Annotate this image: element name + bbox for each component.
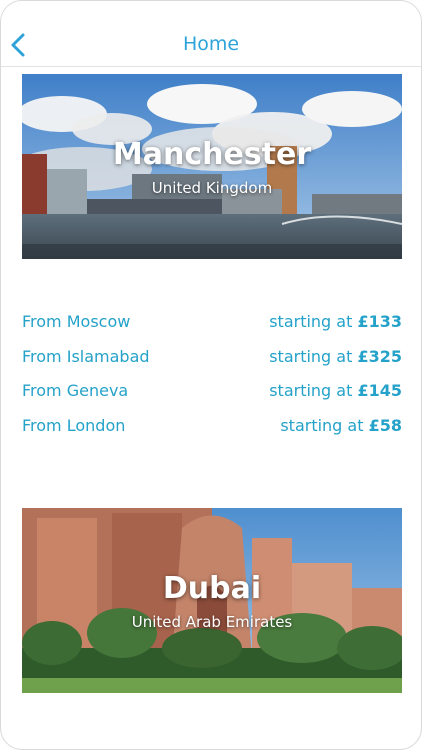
destination-country: United Kingdom — [151, 179, 273, 197]
route-list: From Moscow starting at £133 From Islama… — [22, 306, 402, 444]
route-item[interactable]: From Moscow starting at £133 — [22, 306, 402, 341]
route-origin: From Moscow — [22, 312, 131, 331]
route-price: starting at £58 — [280, 415, 402, 435]
destination-card-manchester[interactable]: Manchester United Kingdom — [22, 74, 402, 259]
navigation-bar: Home — [1, 1, 421, 67]
destination-card-dubai[interactable]: Dubai United Arab Emirates — [22, 508, 402, 693]
route-item[interactable]: From London starting at £58 — [22, 410, 402, 445]
route-price: starting at £145 — [269, 381, 402, 400]
route-origin: From London — [22, 415, 126, 435]
destination-country: United Arab Emirates — [131, 613, 293, 631]
destination-city: Dubai — [162, 571, 262, 606]
route-price: starting at £133 — [269, 312, 402, 331]
destination-city: Manchester — [112, 137, 312, 172]
route-item[interactable]: From Geneva starting at £145 — [22, 375, 402, 410]
route-origin: From Islamabad — [22, 346, 150, 366]
page-title: Home — [182, 33, 240, 55]
route-price: starting at £325 — [269, 346, 402, 366]
phone-screen: Home Manchester United Kingdom From Mosc… — [0, 0, 422, 750]
route-origin: From Geneva — [22, 381, 129, 400]
route-item[interactable]: From Islamabad starting at £325 — [22, 341, 402, 376]
